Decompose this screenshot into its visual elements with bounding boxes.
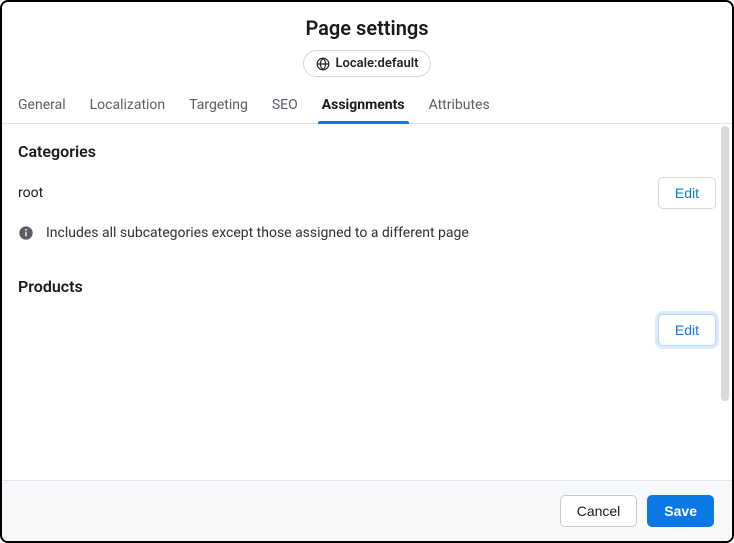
content-scroll-area: Categories root Edit Includes all subcat…: [2, 124, 732, 480]
products-edit-row: Edit: [18, 314, 716, 346]
scrollbar-thumb[interactable]: [721, 126, 729, 401]
dialog-title: Page settings: [305, 16, 428, 40]
tab-targeting[interactable]: Targeting: [189, 87, 248, 123]
locale-label: Locale:default: [336, 56, 419, 71]
save-button[interactable]: Save: [647, 495, 714, 527]
tab-attributes[interactable]: Attributes: [429, 87, 490, 123]
categories-info-text: Includes all subcategories except those …: [46, 225, 469, 241]
products-edit-button[interactable]: Edit: [658, 314, 716, 346]
tab-assignments[interactable]: Assignments: [322, 87, 405, 123]
categories-value-row: root Edit: [18, 177, 716, 209]
tab-seo[interactable]: SEO: [272, 87, 298, 123]
scrollbar-track[interactable]: [721, 126, 729, 478]
dialog-footer: Cancel Save: [2, 480, 732, 541]
tab-localization[interactable]: Localization: [90, 87, 166, 123]
assignments-panel: Categories root Edit Includes all subcat…: [2, 124, 732, 346]
locale-selector[interactable]: Locale:default: [303, 50, 432, 77]
products-heading: Products: [18, 277, 716, 296]
tab-general[interactable]: General: [18, 87, 66, 123]
globe-icon: [316, 57, 330, 71]
categories-value: root: [18, 185, 43, 201]
dialog-header: Page settings Locale:default: [2, 2, 732, 87]
categories-heading: Categories: [18, 142, 716, 161]
categories-info-row: Includes all subcategories except those …: [18, 225, 716, 241]
page-settings-dialog: Page settings Locale:default General Loc…: [0, 0, 734, 543]
tabs: General Localization Targeting SEO Assig…: [2, 87, 732, 124]
categories-edit-button[interactable]: Edit: [658, 177, 716, 209]
info-icon: [18, 225, 34, 241]
cancel-button[interactable]: Cancel: [560, 495, 638, 527]
